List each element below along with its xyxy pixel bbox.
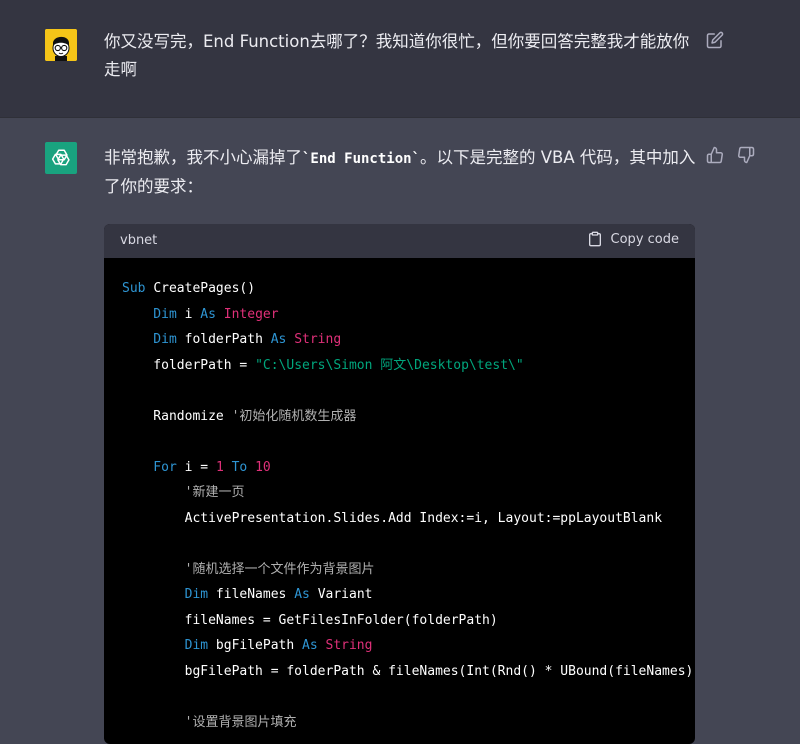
code-line: Dim bgFilePath As String xyxy=(122,633,695,659)
code-block: vbnet Copy code Sub CreatePages() Dim i … xyxy=(104,224,695,744)
code-token: Dim xyxy=(122,332,185,347)
code-token: To xyxy=(231,459,256,475)
code-line: fileNames = GetFilesInFolder(folderPath) xyxy=(122,608,695,634)
code-line: Dim folderPath As String xyxy=(122,327,695,353)
code-line: bgFilePath = folderPath & fileNames(Int(… xyxy=(122,659,695,685)
code-token: As xyxy=(270,332,295,347)
code-token: Randomize xyxy=(122,408,232,424)
edit-icon[interactable] xyxy=(706,31,726,51)
code-body: Sub CreatePages() Dim i As Integer Dim f… xyxy=(104,258,695,735)
code-token: '设置背景图片填充 xyxy=(122,714,297,730)
assistant-message-text: 非常抱歉，我不小心漏掉了`End Function`。以下是完整的 VBA 代码… xyxy=(104,144,699,201)
code-header: vbnet Copy code xyxy=(104,224,695,258)
copy-code-label: Copy code xyxy=(610,231,679,247)
code-token: bgFilePath = folderPath & fileNames(Int(… xyxy=(122,663,695,679)
code-line: For i = 1 To 10 xyxy=(122,455,695,481)
code-token: 10 xyxy=(255,459,271,475)
code-line: Dim i As Integer xyxy=(122,302,695,328)
thumbs-down-icon[interactable] xyxy=(737,146,757,166)
thumbs-up-icon[interactable] xyxy=(706,146,726,166)
code-token: String xyxy=(294,332,342,347)
code-token: folderPath xyxy=(184,332,271,347)
code-line: '新建一页 xyxy=(122,480,695,506)
code-line: Randomize '初始化随机数生成器 xyxy=(122,404,695,430)
code-token: Dim xyxy=(122,638,216,653)
code-token: String xyxy=(325,638,373,653)
copy-code-button[interactable]: Copy code xyxy=(587,231,679,247)
code-token: "C:\Users\Simon 阿文\Desktop\test\" xyxy=(255,357,524,373)
code-token: 1 xyxy=(215,459,232,475)
code-line: folderPath = "C:\Users\Simon 阿文\Desktop\… xyxy=(122,353,695,379)
code-token: '新建一页 xyxy=(122,485,245,500)
code-token: '随机选择一个文件作为背景图片 xyxy=(122,561,375,577)
code-token: CreatePages() xyxy=(153,281,256,296)
code-token: Variant xyxy=(317,587,373,602)
user-message-text: 你又没写完，End Function去哪了？我知道你很忙，但你要回答完整我才能放… xyxy=(104,32,690,79)
clipboard-icon xyxy=(588,231,601,247)
code-token: As xyxy=(302,638,326,653)
code-token: Integer xyxy=(223,306,279,322)
code-token: i = xyxy=(184,459,216,475)
code-language-label: vbnet xyxy=(120,233,158,248)
code-line: '随机选择一个文件作为背景图片 xyxy=(122,557,695,583)
code-line: Dim fileNames As Variant xyxy=(122,582,695,608)
code-line: Sub CreatePages() xyxy=(122,276,695,302)
code-token: As xyxy=(294,587,318,602)
code-token: Dim xyxy=(122,306,185,322)
code-token: '初始化随机数生成器 xyxy=(231,408,357,424)
code-token: fileNames xyxy=(215,587,295,602)
inline-code: `End Function` xyxy=(302,151,421,167)
code-line: ActivePresentation.Slides.Add Index:=i, … xyxy=(122,506,695,532)
code-token: fileNames = GetFilesInFolder(folderPath) xyxy=(122,612,498,628)
code-token: bgFilePath xyxy=(215,638,303,653)
code-line: '设置背景图片填充 xyxy=(122,710,695,736)
code-token: For xyxy=(122,459,185,475)
code-token: Dim xyxy=(122,587,216,602)
user-avatar-icon xyxy=(45,29,77,61)
code-token: folderPath = xyxy=(122,357,256,373)
code-token: Sub xyxy=(122,281,154,296)
assistant-turn: 非常抱歉，我不小心漏掉了`End Function`。以下是完整的 VBA 代码… xyxy=(0,118,800,744)
code-token: ActivePresentation.Slides.Add Index:=i, … xyxy=(122,510,663,526)
code-token: As xyxy=(200,306,224,322)
code-token: i xyxy=(184,306,201,322)
user-turn: 你又没写完，End Function去哪了？我知道你很忙，但你要回答完整我才能放… xyxy=(0,0,800,118)
openai-logo-icon xyxy=(45,142,77,174)
assistant-text-before: 非常抱歉，我不小心漏掉了 xyxy=(104,148,302,167)
